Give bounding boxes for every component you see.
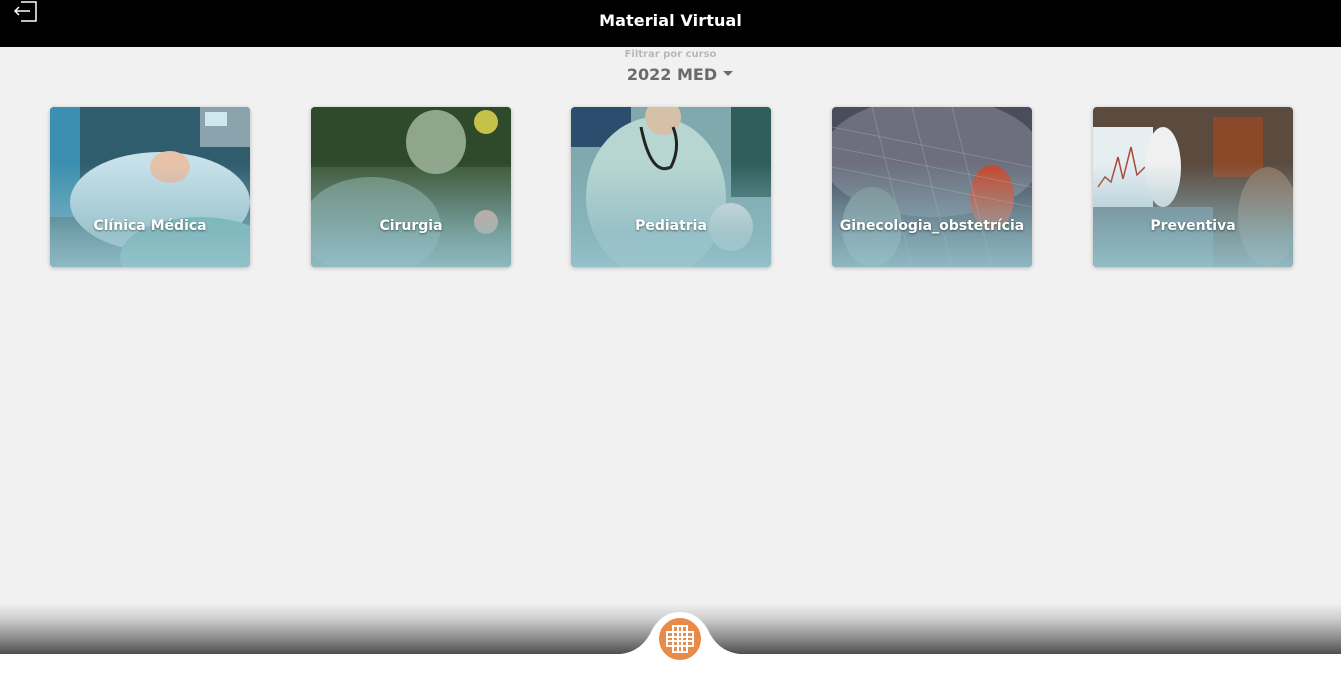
chevron-down-icon <box>723 71 734 76</box>
card-label: Clínica Médica <box>93 218 207 234</box>
home-button[interactable] <box>657 616 703 662</box>
course-filter-dropdown[interactable]: 2022 MED <box>560 65 800 84</box>
card-clinica-medica[interactable]: Clínica Médica <box>50 107 250 267</box>
card-label: Ginecologia_obstetrícia <box>839 218 1025 234</box>
card-preventiva[interactable]: Preventiva <box>1093 107 1293 267</box>
card-overlay <box>311 107 511 267</box>
card-cirurgia[interactable]: Cirurgia <box>311 107 511 267</box>
card-label: Pediatria <box>635 218 707 234</box>
logo-cross-icon <box>666 625 694 653</box>
card-overlay <box>571 107 771 267</box>
card-overlay <box>832 107 1032 267</box>
top-bar: Material Virtual <box>0 0 1341 47</box>
page-title: Material Virtual <box>599 11 742 30</box>
filter-label: Filtrar por curso <box>624 49 717 60</box>
card-label: Cirurgia <box>379 218 443 234</box>
card-overlay <box>1093 107 1293 267</box>
card-ginecologia-obstetricia[interactable]: Ginecologia_obstetrícia <box>832 107 1032 267</box>
course-filter-value: 2022 MED <box>626 65 718 84</box>
card-label: Preventiva <box>1150 218 1236 234</box>
card-overlay <box>50 107 250 267</box>
card-pediatria[interactable]: Pediatria <box>571 107 771 267</box>
